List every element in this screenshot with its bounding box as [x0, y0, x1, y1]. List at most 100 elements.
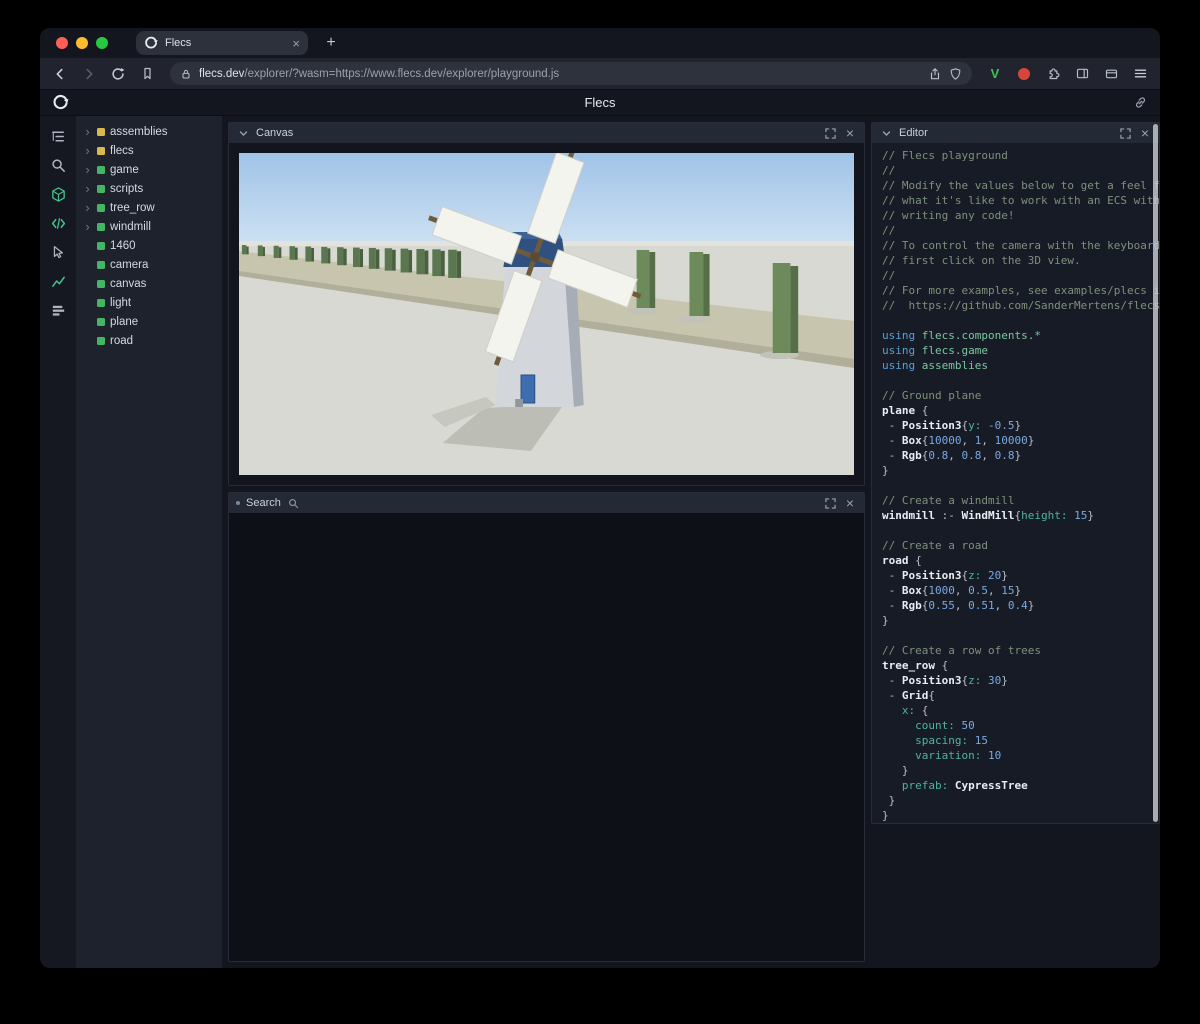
panel-title: Search: [246, 497, 281, 509]
code-line: }: [882, 764, 909, 777]
tree-item-1460[interactable]: 1460: [76, 236, 222, 255]
code-line: plane {: [882, 404, 929, 417]
sidebar-panel-icon[interactable]: [1072, 64, 1092, 84]
editor-panel: Editor × // Flecs playground // // Modify …: [871, 122, 1160, 824]
browser-tab[interactable]: Flecs ×: [136, 31, 308, 55]
search-panel-body: [229, 513, 864, 961]
expand-chevron-icon[interactable]: ›: [83, 182, 92, 195]
code-line: //: [882, 224, 896, 237]
code-editor[interactable]: // Flecs playground // // Modify the value…: [872, 143, 1159, 823]
entity-color-square: [97, 146, 105, 155]
tree-item-tree_row[interactable]: › tree_row: [76, 198, 222, 217]
entity-tree-icon[interactable]: [48, 126, 68, 146]
brave-shield-icon[interactable]: [949, 67, 962, 81]
stats-bars-icon[interactable]: [48, 300, 68, 320]
extensions-puzzle-icon[interactable]: [1043, 64, 1063, 84]
code-line: - Position3{y: -0.5}: [882, 419, 1022, 432]
resources-cube-icon[interactable]: [48, 184, 68, 204]
close-icon[interactable]: ×: [1138, 126, 1152, 140]
tree-item-road[interactable]: road: [76, 331, 222, 350]
tree-item-flecs[interactable]: › flecs: [76, 141, 222, 160]
tree-item-assemblies[interactable]: › assemblies: [76, 122, 222, 141]
code-line: // Create a road: [882, 539, 988, 552]
url-bar[interactable]: flecs.dev/explorer/?wasm=https://www.fle…: [170, 62, 972, 85]
expand-chevron-icon[interactable]: ›: [83, 163, 92, 176]
close-icon[interactable]: ×: [843, 126, 857, 140]
entity-color-square: [97, 279, 105, 288]
code-line: - Rgb{0.8, 0.8, 0.8}: [882, 449, 1022, 462]
code-line: // https://github.com/SanderMertens/flec…: [882, 299, 1159, 312]
code-line: prefab: CypressTree: [901, 779, 1028, 792]
expand-icon[interactable]: [823, 126, 837, 140]
code-line: }: [882, 794, 896, 807]
code-line: //: [882, 164, 896, 177]
close-icon[interactable]: ×: [843, 496, 857, 510]
editor-scrollbar[interactable]: [1153, 124, 1158, 822]
code-icon[interactable]: [48, 213, 68, 233]
tree-item-game[interactable]: › game: [76, 160, 222, 179]
entity-color-square: [97, 260, 105, 269]
tree-item-light[interactable]: light: [76, 293, 222, 312]
entity-color-square: [97, 222, 105, 231]
code-line: variation: 10: [915, 749, 1002, 762]
entity-label: light: [110, 296, 132, 309]
entity-tree-list: › assemblies › flecs › game › scripts › tree_row ›…: [76, 122, 222, 350]
back-button[interactable]: [50, 64, 70, 84]
code-line: - Grid{: [882, 689, 935, 702]
code-line: // Flecs playground: [882, 149, 1008, 162]
tree-item-camera[interactable]: camera: [76, 255, 222, 274]
browser-window: Flecs × + flecs.dev/explorer/?wasm=https…: [40, 28, 1160, 968]
code-line: // Modify the values below to get a feel…: [882, 179, 1159, 192]
minimize-window-button[interactable]: [76, 37, 88, 49]
wallet-icon[interactable]: [1101, 64, 1121, 84]
expand-icon[interactable]: [823, 496, 837, 510]
code-line: - Box{10000, 1, 10000}: [882, 434, 1035, 447]
center-column: Canvas × Search ×: [222, 116, 868, 968]
menu-icon[interactable]: [1130, 64, 1150, 84]
expand-chevron-icon[interactable]: ›: [83, 201, 92, 214]
share-icon[interactable]: [928, 67, 942, 81]
expand-chevron-icon[interactable]: ›: [83, 220, 92, 233]
lock-icon: [180, 68, 192, 80]
search-panel-header[interactable]: Search ×: [229, 493, 864, 513]
new-tab-button[interactable]: +: [320, 32, 342, 54]
extension-red-icon[interactable]: [1014, 64, 1034, 84]
canvas-3d-view[interactable]: [239, 153, 854, 475]
inspect-cursor-icon[interactable]: [48, 242, 68, 262]
tree-item-windmill[interactable]: › windmill: [76, 217, 222, 236]
bookmark-sidebar-icon[interactable]: [137, 64, 157, 84]
expand-icon[interactable]: [1118, 126, 1132, 140]
entity-color-square: [97, 127, 105, 136]
navigation-bar: flecs.dev/explorer/?wasm=https://www.fle…: [40, 58, 1160, 90]
entity-label: 1460: [110, 239, 136, 252]
reload-button[interactable]: [108, 64, 128, 84]
expand-chevron-icon[interactable]: ›: [83, 144, 92, 157]
canvas-panel-header[interactable]: Canvas ×: [229, 123, 864, 143]
entity-color-square: [97, 336, 105, 345]
entity-color-square: [97, 317, 105, 326]
zoom-window-button[interactable]: [96, 37, 108, 49]
search-icon[interactable]: [48, 155, 68, 175]
share-link-icon[interactable]: [1133, 95, 1148, 110]
code-line: - Position3{z: 20}: [882, 569, 1008, 582]
entity-color-square: [97, 241, 105, 250]
expand-chevron-icon[interactable]: ›: [83, 125, 92, 138]
collapse-chevron-icon[interactable]: [879, 126, 893, 140]
tab-close-icon[interactable]: ×: [292, 36, 300, 51]
code-line: }: [882, 614, 889, 627]
forward-button[interactable]: [79, 64, 99, 84]
collapse-chevron-icon[interactable]: [236, 126, 250, 140]
collapsed-dot-icon[interactable]: [236, 501, 240, 505]
entity-color-square: [97, 165, 105, 174]
tree-item-canvas[interactable]: canvas: [76, 274, 222, 293]
canvas-panel: Canvas ×: [228, 122, 865, 486]
editor-panel-header[interactable]: Editor ×: [872, 123, 1159, 143]
code-line: }: [882, 464, 889, 477]
extension-v-icon[interactable]: V: [985, 64, 1005, 84]
tree-item-scripts[interactable]: › scripts: [76, 179, 222, 198]
close-window-button[interactable]: [56, 37, 68, 49]
tree-item-plane[interactable]: plane: [76, 312, 222, 331]
chart-icon[interactable]: [48, 271, 68, 291]
